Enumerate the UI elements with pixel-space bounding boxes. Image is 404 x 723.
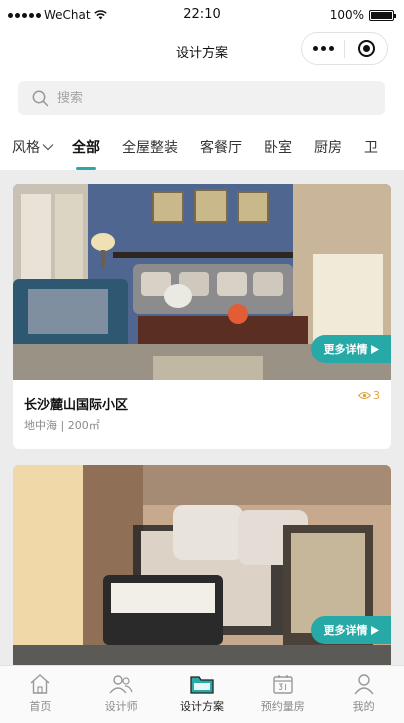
bottom-tab-profile-label: 我的 — [352, 700, 375, 713]
tab-bedroom[interactable]: 卧室 — [264, 137, 292, 157]
tab-living-dining[interactable]: 客餐厅 — [200, 137, 242, 157]
bottom-tab-appointment[interactable]: 预约量房 — [242, 666, 323, 723]
bottom-tab-appointment-label: 预约量房 — [260, 700, 305, 713]
battery-status: 100% — [329, 8, 396, 22]
calendar-icon — [273, 675, 293, 694]
bottom-tab-profile[interactable]: 我的 — [323, 666, 404, 723]
design-meta: 地中海 | 200㎡ — [24, 419, 100, 432]
bottom-tab-design-plans[interactable]: 设计方案 — [162, 666, 243, 723]
more-menu-icon[interactable] — [302, 46, 344, 51]
more-details-button[interactable]: 更多详情 — [311, 335, 391, 363]
close-miniprogram-button[interactable] — [345, 40, 387, 57]
play-arrow-icon — [370, 344, 379, 354]
design-card[interactable]: 更多详情 — [13, 465, 391, 665]
view-count-value: 3 — [373, 389, 380, 402]
profile-icon — [354, 674, 374, 695]
miniprogram-capsule — [301, 32, 388, 65]
home-icon — [30, 674, 50, 694]
designer-icon — [109, 675, 133, 694]
bottom-tab-home-label: 首页 — [29, 700, 52, 713]
close-circle-icon — [357, 40, 375, 57]
design-title: 长沙麓山国际小区 — [24, 398, 129, 413]
chevron-down-icon — [42, 144, 54, 151]
play-arrow-icon — [370, 625, 379, 635]
battery-percent: 100% — [329, 8, 364, 22]
battery-icon — [369, 9, 396, 21]
bottom-tab-home[interactable]: 首页 — [0, 666, 81, 723]
tab-style-filter[interactable]: 风格 — [12, 137, 54, 157]
search-box[interactable] — [18, 81, 385, 115]
bottom-tab-bar: 首页 设计师 设计方案 预约量房 我的 — [0, 665, 404, 723]
design-list: 更多详情 长沙麓山国际小区 3 地中海 | 200㎡ 更多详情 — [0, 170, 404, 665]
nav-bar: 设计方案 — [0, 32, 404, 72]
tab-style-label: 风格 — [12, 140, 40, 156]
tab-bathroom[interactable]: 卫 — [364, 137, 378, 157]
search-icon — [32, 90, 49, 106]
search-bar — [0, 72, 404, 124]
eye-icon — [358, 391, 371, 400]
category-tabs: 风格 全部 全屋整装 客餐厅 卧室 厨房 卫 — [0, 124, 404, 170]
design-card[interactable]: 更多详情 长沙麓山国际小区 3 地中海 | 200㎡ — [13, 184, 391, 449]
tab-whole-house[interactable]: 全屋整装 — [122, 137, 178, 157]
tab-kitchen[interactable]: 厨房 — [314, 137, 342, 157]
search-input[interactable] — [57, 90, 357, 106]
more-details-label: 更多详情 — [323, 343, 368, 356]
bottom-tab-design-plans-label: 设计方案 — [179, 700, 224, 713]
bottom-tab-designer[interactable]: 设计师 — [81, 666, 162, 723]
more-details-label: 更多详情 — [323, 624, 368, 637]
status-bar: WeChat 22:10 100% — [0, 0, 404, 32]
bottom-tab-designer-label: 设计师 — [104, 700, 138, 713]
more-details-button[interactable]: 更多详情 — [311, 616, 391, 644]
folder-icon — [190, 676, 214, 694]
tab-all[interactable]: 全部 — [72, 137, 100, 170]
view-count: 3 — [358, 389, 380, 402]
